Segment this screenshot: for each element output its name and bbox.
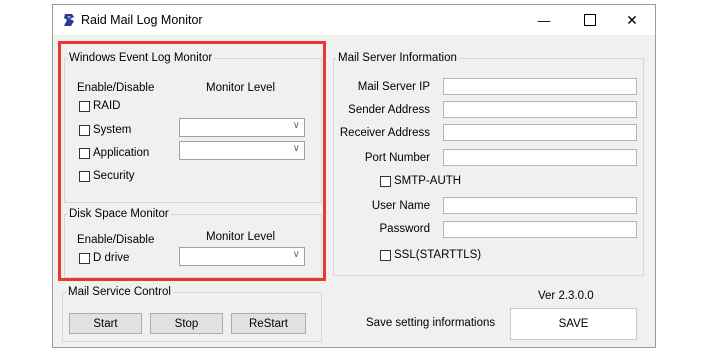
ssl-starttls-checkbox[interactable]: SSL(STARTTLS) bbox=[380, 248, 481, 262]
user-name-label: User Name bbox=[371, 200, 430, 212]
port-number-input[interactable] bbox=[443, 149, 637, 166]
event-level-header: Monitor Level bbox=[206, 82, 276, 94]
system-checkbox-label: System bbox=[93, 124, 132, 136]
smtp-auth-checkbox[interactable]: SMTP-AUTH bbox=[380, 174, 461, 188]
d-drive-checkbox[interactable]: D drive bbox=[79, 251, 129, 265]
minimize-icon: — bbox=[537, 12, 551, 28]
security-checkbox-box[interactable] bbox=[79, 170, 90, 182]
chevron-down-icon: ∨ bbox=[292, 143, 300, 154]
d-drive-checkbox-label: D drive bbox=[93, 252, 130, 264]
version-label: Ver 2.3.0.0 bbox=[538, 290, 594, 302]
ssl-starttls-checkbox-box[interactable] bbox=[380, 249, 391, 261]
mail-server-ip-label: Mail Server IP bbox=[357, 81, 430, 93]
stop-button[interactable]: Stop bbox=[150, 313, 223, 334]
sender-address-label: Sender Address bbox=[348, 104, 430, 116]
security-checkbox[interactable]: Security bbox=[79, 169, 135, 183]
user-name-input[interactable] bbox=[443, 197, 637, 214]
save-setting-label: Save setting informations bbox=[366, 317, 496, 329]
close-button[interactable]: ✕ bbox=[609, 5, 655, 35]
restart-button[interactable]: ReStart bbox=[231, 313, 306, 334]
d-drive-checkbox-box[interactable] bbox=[79, 252, 90, 264]
event-enable-header: Enable/Disable bbox=[77, 82, 155, 94]
raid-app-icon bbox=[64, 14, 74, 26]
mail-service-group-title: Mail Service Control bbox=[66, 286, 173, 299]
disk-space-group-title: Disk Space Monitor bbox=[67, 208, 171, 221]
mail-server-ip-input[interactable] bbox=[443, 78, 637, 95]
raid-checkbox-label: RAID bbox=[93, 100, 121, 112]
mail-server-group-title: Mail Server Information bbox=[336, 52, 459, 65]
minimize-button[interactable]: — bbox=[521, 5, 567, 35]
security-checkbox-label: Security bbox=[93, 170, 135, 182]
sender-address-input[interactable] bbox=[443, 101, 637, 118]
receiver-address-input[interactable] bbox=[443, 124, 637, 141]
application-checkbox-label: Application bbox=[93, 147, 150, 159]
application-checkbox[interactable]: Application bbox=[79, 146, 149, 160]
start-button[interactable]: Start bbox=[69, 313, 142, 334]
raid-checkbox-box[interactable] bbox=[79, 100, 90, 112]
close-icon: ✕ bbox=[626, 11, 638, 28]
system-checkbox[interactable]: System bbox=[79, 123, 131, 137]
port-number-label: Port Number bbox=[364, 152, 430, 164]
password-label: Password bbox=[379, 223, 431, 235]
ssl-starttls-checkbox-label: SSL(STARTTLS) bbox=[394, 249, 482, 261]
chevron-down-icon: ∨ bbox=[292, 120, 300, 131]
event-log-group-title: Windows Event Log Monitor bbox=[67, 52, 215, 65]
save-button[interactable]: SAVE bbox=[510, 308, 637, 340]
application-level-select[interactable]: ∨ bbox=[179, 141, 305, 160]
title-bar[interactable]: Raid Mail Log Monitor — ✕ bbox=[53, 5, 655, 35]
disk-enable-header: Enable/Disable bbox=[77, 234, 155, 246]
password-input[interactable] bbox=[443, 221, 637, 238]
smtp-auth-checkbox-box[interactable] bbox=[380, 175, 391, 187]
application-checkbox-box[interactable] bbox=[79, 147, 90, 159]
window-title: Raid Mail Log Monitor bbox=[81, 13, 203, 27]
receiver-address-label: Receiver Address bbox=[339, 127, 430, 139]
maximize-button[interactable] bbox=[567, 5, 613, 35]
smtp-auth-checkbox-label: SMTP-AUTH bbox=[394, 175, 462, 187]
disk-level-select[interactable]: ∨ bbox=[179, 247, 305, 266]
raid-checkbox[interactable]: RAID bbox=[79, 99, 120, 113]
chevron-down-icon: ∨ bbox=[292, 249, 300, 260]
maximize-icon bbox=[584, 14, 596, 26]
system-level-select[interactable]: ∨ bbox=[179, 118, 305, 137]
system-checkbox-box[interactable] bbox=[79, 124, 90, 136]
disk-level-header: Monitor Level bbox=[206, 231, 276, 243]
